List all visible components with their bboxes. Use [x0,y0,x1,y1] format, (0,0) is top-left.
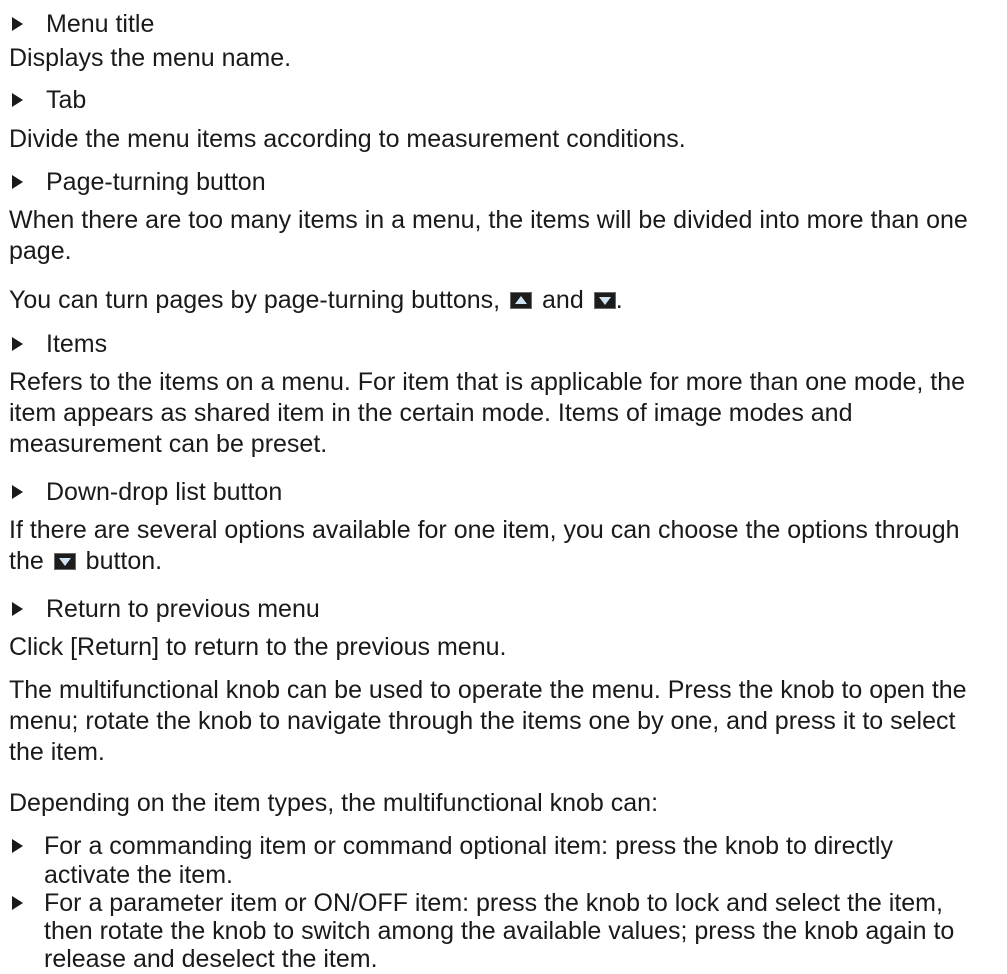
knob-bullet-text: For a parameter item or ON/OFF item: pre… [44,889,955,973]
bullet-arrow-icon [12,485,23,499]
bullet-arrow-icon [12,839,23,853]
knob-bullet: For a parameter item or ON/OFF item: pre… [9,889,994,973]
menu-title-description: Displays the menu name. [9,44,292,72]
bullet-arrow-icon [12,337,23,351]
page-up-icon [510,292,533,309]
knob-depending: Depending on the item types, the multifu… [9,789,659,817]
bullet-return: Return to previous menu [9,595,994,624]
bullet-arrow-icon [12,896,23,910]
bullet-arrow-icon [12,602,23,616]
bullet-menu-title: Menu title [9,10,994,39]
page-turning-usage-prefix: You can turn pages by page-turning butto… [9,286,501,314]
tab-description: Divide the menu items according to measu… [9,125,686,153]
tab-heading: Tab [46,86,87,114]
knob-intro: The multifunctional knob can be used to … [9,676,967,766]
dropdown-arrow-icon [53,553,76,570]
return-heading: Return to previous menu [46,595,320,623]
bullet-arrow-icon [12,93,23,107]
items-description: Refers to the items on a menu. For item … [9,368,966,458]
page-turning-usage-and: and [542,286,584,314]
bullet-arrow-icon [12,175,23,189]
bullet-page-turning: Page-turning button [9,168,994,197]
dropdown-text-after: button. [85,547,163,575]
dropdown-description: If there are several options available f… [9,515,994,577]
bullet-items: Items [9,330,994,359]
knob-bullet-text: For a commanding item or command optiona… [44,832,893,889]
bullet-arrow-icon [12,17,23,31]
page-turning-usage-suffix: . [615,286,623,314]
page-turning-description: When there are too many items in a menu,… [9,206,968,265]
bullet-tab: Tab [9,86,994,115]
dropdown-heading: Down-drop list button [46,478,283,506]
page-turning-heading: Page-turning button [46,168,266,196]
bullet-dropdown: Down-drop list button [9,478,994,507]
items-heading: Items [46,330,108,358]
document-page: Menu title Displays the menu name. Tab D… [0,0,1007,974]
menu-title-heading: Menu title [46,10,155,38]
knob-bullet: For a commanding item or command optiona… [9,832,994,890]
page-turning-usage: You can turn pages by page-turning butto… [9,285,994,316]
page-down-icon [593,292,616,309]
return-description: Click [Return] to return to the previous… [9,633,507,661]
